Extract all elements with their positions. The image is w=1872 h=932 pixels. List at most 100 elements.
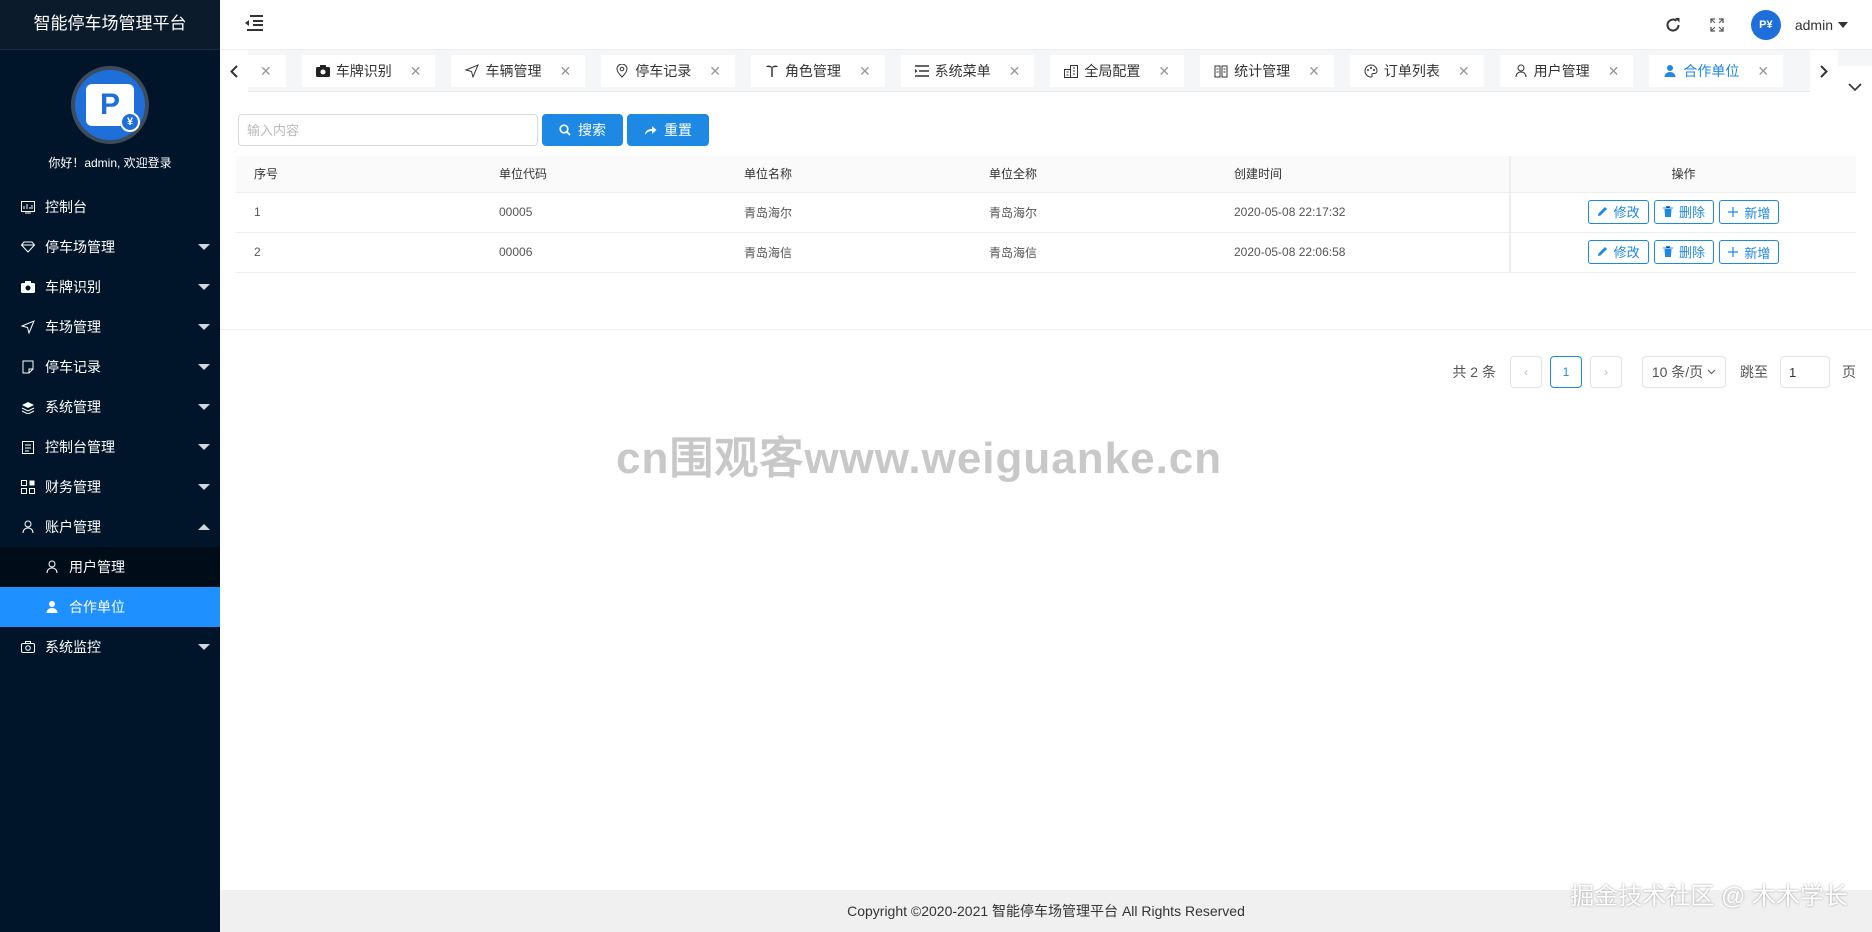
tab-close-icon[interactable]: ✕ [1590, 63, 1620, 80]
user-filled-icon [1663, 64, 1677, 78]
chevron-up-icon [198, 524, 210, 530]
building-icon [1064, 64, 1079, 78]
edit-button[interactable]: 修改 [1587, 239, 1649, 264]
sidebar-item-monitor[interactable]: 系统监控 [0, 627, 220, 667]
edit-button[interactable]: 修改 [1587, 199, 1649, 224]
sidebar-item-plate-recognition[interactable]: 车牌识别 [0, 267, 220, 307]
user-outline-icon [44, 559, 60, 575]
page-unit: 页 [1842, 364, 1856, 380]
camera-icon [20, 639, 36, 655]
tab-user-management[interactable]: 用户管理 ✕ [1499, 55, 1634, 87]
sidebar-item-parking-records[interactable]: 停车记录 [0, 347, 220, 387]
sidebar-item-partner-units[interactable]: 合作单位 [0, 587, 220, 627]
menu-fold-icon[interactable] [244, 14, 264, 32]
sidebar-item-label: 控制台 [45, 199, 87, 215]
sidebar-item-account[interactable]: 账户管理 [0, 507, 220, 547]
refresh-icon[interactable] [1651, 0, 1695, 50]
cell-name: 青岛海信 [726, 232, 971, 273]
tab-close-icon[interactable]: ✕ [541, 63, 571, 80]
tab-close-icon[interactable]: ✕ [248, 63, 272, 80]
delete-button[interactable]: 删除 [1653, 239, 1714, 264]
user-dropdown[interactable]: admin [1795, 17, 1848, 33]
tab-close-icon[interactable]: ✕ [991, 63, 1021, 80]
sidebar-item-label: 控制台管理 [45, 439, 115, 455]
tab-statistics[interactable]: 统计管理 ✕ [1200, 55, 1334, 87]
tab-close-icon[interactable]: ✕ [1440, 63, 1470, 80]
delete-button[interactable]: 删除 [1653, 199, 1714, 224]
camera-icon [315, 64, 330, 78]
prev-page-icon[interactable]: ‹ [1510, 356, 1542, 388]
sidebar-item-user-management[interactable]: 用户管理 [0, 547, 220, 587]
next-page-icon[interactable]: › [1590, 356, 1622, 388]
cell-code: 00006 [481, 232, 726, 273]
fullscreen-icon[interactable] [1695, 0, 1739, 50]
book-icon [1214, 64, 1228, 78]
tab-close-icon[interactable]: ✕ [841, 63, 871, 80]
jump-page-input[interactable] [1780, 356, 1830, 388]
send-icon [20, 319, 36, 335]
grid-icon [20, 479, 36, 495]
pagination-total: 共 2 条 [1452, 364, 1496, 380]
watermark: cn围观客www.weiguanke.cn [616, 434, 1223, 483]
diamond-icon [20, 239, 36, 255]
column-header-fullname: 单位全称 [971, 156, 1216, 193]
reset-button[interactable]: 重置 [627, 114, 709, 146]
add-button[interactable]: 新增 [1719, 200, 1780, 225]
send-icon [465, 64, 480, 78]
delete-label: 删除 [1678, 245, 1705, 261]
tab-global-config[interactable]: 全局配置 ✕ [1050, 55, 1185, 87]
sidebar-item-yard[interactable]: 车场管理 [0, 307, 220, 347]
avatar[interactable]: P ¥ [71, 66, 149, 144]
sidebar-item-label: 合作单位 [69, 599, 125, 615]
username: admin [1794, 17, 1833, 33]
tab-close-icon[interactable]: ✕ [1739, 63, 1769, 80]
page-number[interactable]: 1 [1550, 356, 1582, 388]
tab-parking-records[interactable]: 停车记录 ✕ [601, 55, 735, 87]
tab-system-menu[interactable]: 系统菜单 ✕ [900, 55, 1035, 87]
sidebar-item-dashboard[interactable]: 控制台 [0, 187, 220, 227]
cell-ops: 修改 删除 新增 [1509, 232, 1856, 273]
search-toolbar: 搜索 重置 [238, 114, 709, 146]
tab-close-icon[interactable]: ✕ [1140, 63, 1170, 80]
tab-label: 全局配置 [1084, 63, 1141, 79]
plus-icon [1728, 247, 1739, 258]
search-button[interactable]: 搜索 [542, 114, 623, 146]
trash-icon [1662, 246, 1673, 258]
sidebar-item-system[interactable]: 系统管理 [0, 387, 220, 427]
sidebar-item-console-management[interactable]: 控制台管理 [0, 427, 220, 467]
tab-role-management[interactable]: 角色管理 ✕ [750, 55, 885, 87]
page-size-select[interactable]: 10 条/页 [1642, 356, 1726, 388]
sidebar-menu: 控制台 停车场管理 车牌识别 车场管理 停车记录 系统管理 控制台管理 财务管理… [0, 187, 220, 667]
trash-icon [1662, 206, 1673, 218]
user-avatar[interactable]: P¥ [1750, 10, 1781, 40]
search-icon [559, 124, 571, 136]
sidebar-item-label: 财务管理 [45, 479, 101, 495]
search-input[interactable] [238, 114, 538, 146]
plus-icon [1728, 207, 1739, 218]
sidebar-item-label: 停车场管理 [45, 239, 115, 255]
chevron-down-icon [1707, 369, 1716, 375]
column-header-ops: 操作 [1509, 156, 1856, 193]
tabs-scroll-right-icon[interactable] [1810, 50, 1838, 92]
tab-partial[interactable]: ✕ [248, 55, 286, 87]
tab-close-icon[interactable]: ✕ [691, 63, 721, 80]
account-submenu: 用户管理 合作单位 [0, 547, 220, 627]
add-button[interactable]: 新增 [1719, 240, 1780, 265]
location-icon [615, 64, 629, 78]
tab-order-list[interactable]: 订单列表 ✕ [1349, 55, 1484, 87]
tabs-scroll-left-icon[interactable] [220, 50, 248, 92]
edit-icon [1597, 246, 1608, 257]
tab-partner-units[interactable]: 合作单位 ✕ [1649, 55, 1784, 87]
cell-fullname: 青岛海尔 [971, 192, 1216, 233]
tab-vehicle-management[interactable]: 车辆管理 ✕ [451, 55, 586, 87]
chevron-down-icon [198, 244, 210, 250]
sidebar-item-parking-lot[interactable]: 停车场管理 [0, 227, 220, 267]
sidebar-item-finance[interactable]: 财务管理 [0, 467, 220, 507]
tab-close-icon[interactable]: ✕ [1290, 63, 1320, 80]
search-button-label: 搜索 [578, 122, 606, 138]
column-header-name: 单位名称 [726, 156, 971, 193]
top-header: P¥ admin [220, 0, 1872, 50]
tab-close-icon[interactable]: ✕ [392, 63, 422, 80]
sidebar-item-label: 系统管理 [45, 399, 101, 415]
tab-plate-recognition[interactable]: 车牌识别 ✕ [301, 55, 436, 87]
